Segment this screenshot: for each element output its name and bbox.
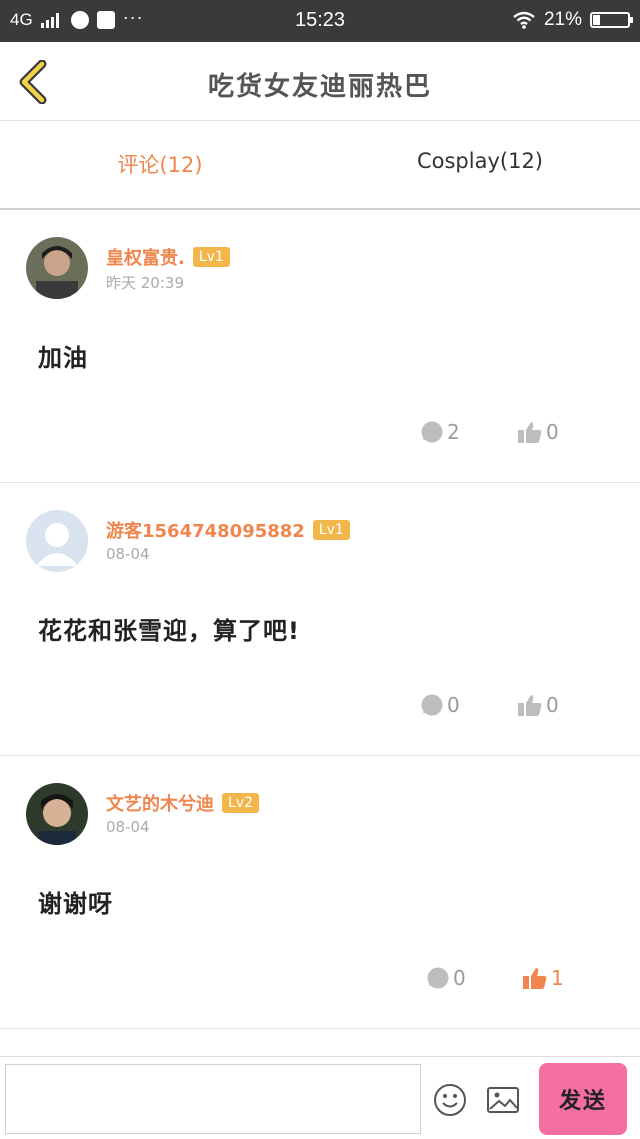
tab-comments[interactable]: 评论(12)	[0, 149, 320, 179]
reply-count: 0	[447, 693, 460, 717]
tab-cosplay[interactable]: Cosplay(12)	[320, 149, 640, 173]
like-button[interactable]: 0	[517, 693, 559, 717]
comment-bubble-icon	[427, 967, 449, 989]
like-count: 0	[546, 693, 559, 717]
like-button[interactable]: 0	[517, 420, 559, 444]
reply-button[interactable]: 0	[426, 966, 466, 990]
like-count: 0	[546, 420, 559, 444]
comment-input-bar: 发送	[0, 1056, 640, 1139]
level-badge: Lv2	[222, 793, 259, 813]
avatar[interactable]	[26, 510, 88, 572]
tab-bar: 评论(12) Cosplay(12)	[0, 121, 640, 210]
reply-count: 2	[447, 420, 460, 444]
status-bar: 4G ··· 15:23 21%	[0, 0, 640, 42]
username-text: 皇权富贵.	[106, 248, 185, 269]
comment-input[interactable]	[5, 1064, 421, 1134]
thumbs-up-icon	[518, 422, 542, 443]
wifi-icon	[513, 11, 535, 29]
username-text: 游客1564748095882	[106, 521, 305, 542]
reply-count: 0	[453, 966, 466, 990]
comment-item: 皇权富贵. Lv1 昨天 20:39 加油 2 0	[0, 210, 640, 483]
comment-content: 加油	[38, 344, 88, 372]
comment-time: 08-04	[106, 818, 150, 836]
battery-percent: 21%	[543, 9, 582, 30]
reply-button[interactable]: 0	[420, 693, 460, 717]
like-button[interactable]: 1	[522, 966, 564, 990]
avatar[interactable]	[26, 237, 88, 299]
page-title: 吃货女友迪丽热巴	[207, 72, 432, 102]
reply-button[interactable]: 2	[420, 420, 460, 444]
username[interactable]: 文艺的木兮迪 Lv2	[106, 790, 259, 816]
emoji-icon[interactable]	[433, 1083, 467, 1117]
battery-icon	[590, 12, 633, 28]
thumbs-up-icon	[523, 968, 547, 989]
comment-bubble-icon	[421, 421, 443, 443]
app-header: 吃货女友迪丽热巴	[0, 42, 640, 121]
thumbs-up-icon	[518, 695, 542, 716]
level-badge: Lv1	[312, 520, 350, 540]
comment-content: 谢谢呀	[38, 890, 113, 918]
comment-content: 花花和张雪迎，算了吧!	[38, 617, 300, 645]
comment-time: 08-04	[106, 545, 150, 563]
send-button[interactable]: 发送	[539, 1063, 627, 1135]
comment-item: 文艺的木兮迪 Lv2 08-04 谢谢呀 0 1	[0, 756, 640, 1029]
comment-time: 昨天 20:39	[106, 274, 184, 292]
like-count: 1	[551, 966, 564, 990]
comment-bubble-icon	[421, 694, 443, 716]
image-icon[interactable]	[486, 1083, 520, 1117]
username[interactable]: 游客1564748095882 Lv1	[106, 517, 350, 543]
avatar[interactable]	[26, 783, 88, 845]
level-badge: Lv1	[192, 247, 230, 267]
username-text: 文艺的木兮迪	[106, 794, 214, 815]
username[interactable]: 皇权富贵. Lv1	[106, 244, 230, 270]
comment-item: 游客1564748095882 Lv1 08-04 花花和张雪迎，算了吧! 0 …	[0, 483, 640, 756]
